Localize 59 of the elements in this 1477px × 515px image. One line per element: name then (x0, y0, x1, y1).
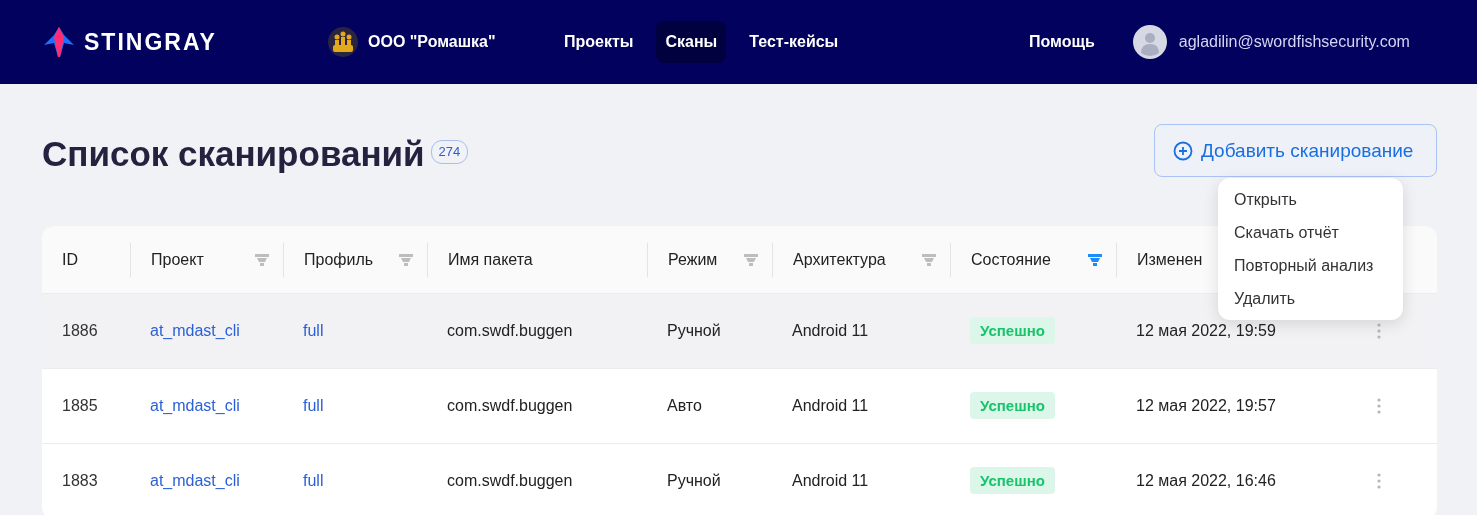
column-header[interactable]: ID (62, 250, 78, 269)
status-badge: Успешно (970, 317, 1055, 344)
table-row[interactable]: 1885 at_mdast_cli full com.swdf.buggen Авто Android 11 Успешно 12 мая 2022, 19:57 (42, 369, 1437, 444)
table-cell: com.swdf.buggen (447, 397, 573, 414)
table-cell: Ручной (667, 472, 721, 489)
profile-link[interactable]: full (303, 472, 324, 489)
filter-icon[interactable] (922, 253, 936, 266)
more-icon[interactable] (1377, 323, 1381, 339)
column-header[interactable]: Состояние (971, 250, 1051, 269)
column-header[interactable]: Имя пакета (448, 250, 533, 269)
filter-icon[interactable] (399, 253, 413, 266)
column-header[interactable]: Архитектура (793, 250, 886, 269)
filter-icon[interactable] (255, 253, 269, 266)
filter-icon[interactable] (1088, 253, 1102, 266)
status-badge: Успешно (970, 392, 1055, 419)
profile-link[interactable]: full (303, 397, 324, 414)
nav-tab[interactable]: Сканы (656, 21, 727, 63)
menu-item[interactable]: Повторный анализ (1218, 249, 1403, 282)
user-email[interactable]: agladilin@swordfishsecurity.com (1178, 33, 1410, 51)
column-header[interactable]: Профиль (304, 250, 374, 269)
status-badge: Успешно (970, 467, 1055, 494)
table-cell: Авто (667, 397, 702, 414)
team-icon (328, 27, 358, 57)
help-link[interactable]: Помощь (1029, 33, 1095, 51)
column-header[interactable]: Режим (668, 250, 718, 269)
add-scan-button[interactable]: Добавить сканирование (1154, 124, 1437, 177)
table-cell: Ручной (667, 322, 721, 339)
table-cell: com.swdf.buggen (447, 472, 573, 489)
project-link[interactable]: at_mdast_cli (150, 472, 240, 489)
table-cell: 12 мая 2022, 19:59 (1136, 322, 1276, 339)
table-cell: Android 11 (792, 397, 869, 414)
nav-tab[interactable]: Проекты (555, 21, 643, 63)
logo-icon (42, 25, 76, 59)
more-icon[interactable] (1377, 398, 1381, 414)
profile-link[interactable]: full (303, 322, 324, 339)
count-badge: 274 (430, 140, 469, 164)
table-cell: Android 11 (792, 472, 869, 489)
brand-name[interactable]: STINGRAY (84, 28, 217, 56)
avatar-icon[interactable] (1132, 25, 1167, 59)
table-cell: com.swdf.buggen (447, 322, 573, 339)
table-cell: 1886 (62, 322, 98, 339)
table-cell: Android 11 (792, 322, 869, 339)
table-cell: 1885 (62, 397, 98, 414)
menu-item[interactable]: Скачать отчёт (1218, 216, 1403, 249)
organization-name[interactable]: ООО "Ромашка" (368, 33, 496, 51)
plus-circle-icon (1173, 140, 1193, 161)
menu-item[interactable]: Открыть (1218, 183, 1403, 216)
table-row[interactable]: 1883 at_mdast_cli full com.swdf.buggen Ручной Android 11 Успешно 12 мая 2022, 16:46 (42, 444, 1437, 515)
project-link[interactable]: at_mdast_cli (150, 322, 240, 339)
filter-icon[interactable] (744, 253, 758, 266)
table-cell: 12 мая 2022, 19:57 (1136, 397, 1276, 414)
page-title: Список сканирований (42, 134, 425, 174)
column-header[interactable]: Изменен (1137, 250, 1203, 269)
project-link[interactable]: at_mdast_cli (150, 397, 240, 414)
more-icon[interactable] (1377, 473, 1381, 489)
table-cell: 1883 (62, 472, 98, 489)
column-header[interactable]: Проект (151, 250, 204, 269)
nav-tab[interactable]: Тест-кейсы (740, 21, 848, 63)
table-cell: 12 мая 2022, 16:46 (1136, 472, 1276, 489)
